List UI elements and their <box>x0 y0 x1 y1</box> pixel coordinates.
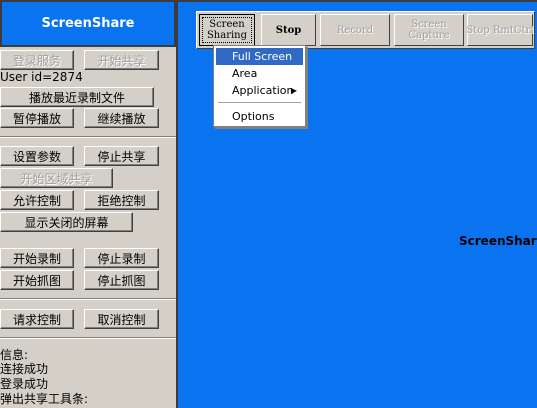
app-title-text: ScreenShare <box>41 16 135 31</box>
stop-recording-button[interactable]: 停止录制 <box>84 248 159 268</box>
share-toolbar: Screen Sharing Stop Record Screen Captur… <box>196 11 535 49</box>
reject-control-button[interactable]: 拒绝控制 <box>84 190 159 210</box>
menu-item-application[interactable]: Application ▶ <box>216 82 303 99</box>
cancel-control-button[interactable]: 取消控制 <box>84 309 159 329</box>
show-closed-screen-button[interactable]: 显示关闭的屏幕 <box>0 212 133 232</box>
divider <box>0 298 176 300</box>
user-id-label: User id=2874 <box>0 70 83 84</box>
viewer-watermark: ScreenShare <box>459 234 537 248</box>
play-recent-recording-button[interactable]: 播放最近录制文件 <box>0 87 154 107</box>
info-line: 弹出共享工具条: <box>0 392 89 406</box>
stop-button[interactable]: Stop <box>261 14 316 46</box>
stop-capture-button[interactable]: 停止抓图 <box>84 270 159 290</box>
menu-item-area[interactable]: Area <box>216 65 303 82</box>
screen-sharing-label-line2: Sharing <box>206 30 248 41</box>
start-recording-button[interactable]: 开始录制 <box>0 248 74 268</box>
menu-item-options[interactable]: Options <box>216 108 303 125</box>
set-params-button[interactable]: 设置参数 <box>0 146 74 166</box>
divider <box>0 136 176 138</box>
screen-capture-label-line2: Capture <box>408 30 450 41</box>
screen-sharing-button[interactable]: Screen Sharing <box>199 14 255 46</box>
start-sharing-button[interactable]: 开始共享 <box>84 50 159 70</box>
screen-sharing-menu: Full Screen Area Application ▶ Options <box>213 45 306 127</box>
menu-item-full-screen[interactable]: Full Screen <box>216 48 303 65</box>
info-header: 信息: <box>0 348 29 362</box>
stop-sharing-button[interactable]: 停止共享 <box>84 146 159 166</box>
start-region-sharing-button[interactable]: 开始区域共享 <box>0 168 113 188</box>
info-line: 登录成功 <box>0 377 49 391</box>
divider <box>0 337 176 339</box>
allow-control-button[interactable]: 允许控制 <box>0 190 74 210</box>
resume-playback-button[interactable]: 继续播放 <box>84 108 159 128</box>
stop-rmtctrl-button[interactable]: Stop RmtCtrl <box>466 14 534 46</box>
start-capture-button[interactable]: 开始抓图 <box>0 270 74 290</box>
menu-item-application-label: Application <box>232 84 294 97</box>
app-title: ScreenShare <box>0 0 176 47</box>
request-control-button[interactable]: 请求控制 <box>0 309 74 329</box>
login-service-button[interactable]: 登录服务 <box>0 50 74 70</box>
menu-divider <box>218 102 301 104</box>
screen-sharing-label-line1: Screen <box>209 19 245 30</box>
pause-playback-button[interactable]: 暂停播放 <box>0 108 74 128</box>
submenu-arrow-icon: ▶ <box>290 86 297 95</box>
screen-capture-button[interactable]: Screen Capture <box>394 14 464 46</box>
info-line: 连接成功 <box>0 362 49 376</box>
record-button[interactable]: Record <box>320 14 390 46</box>
control-panel: ScreenShare 登录服务 开始共享 User id=2874 播放最近录… <box>0 0 176 408</box>
screen-capture-label-line1: Screen <box>411 19 447 30</box>
